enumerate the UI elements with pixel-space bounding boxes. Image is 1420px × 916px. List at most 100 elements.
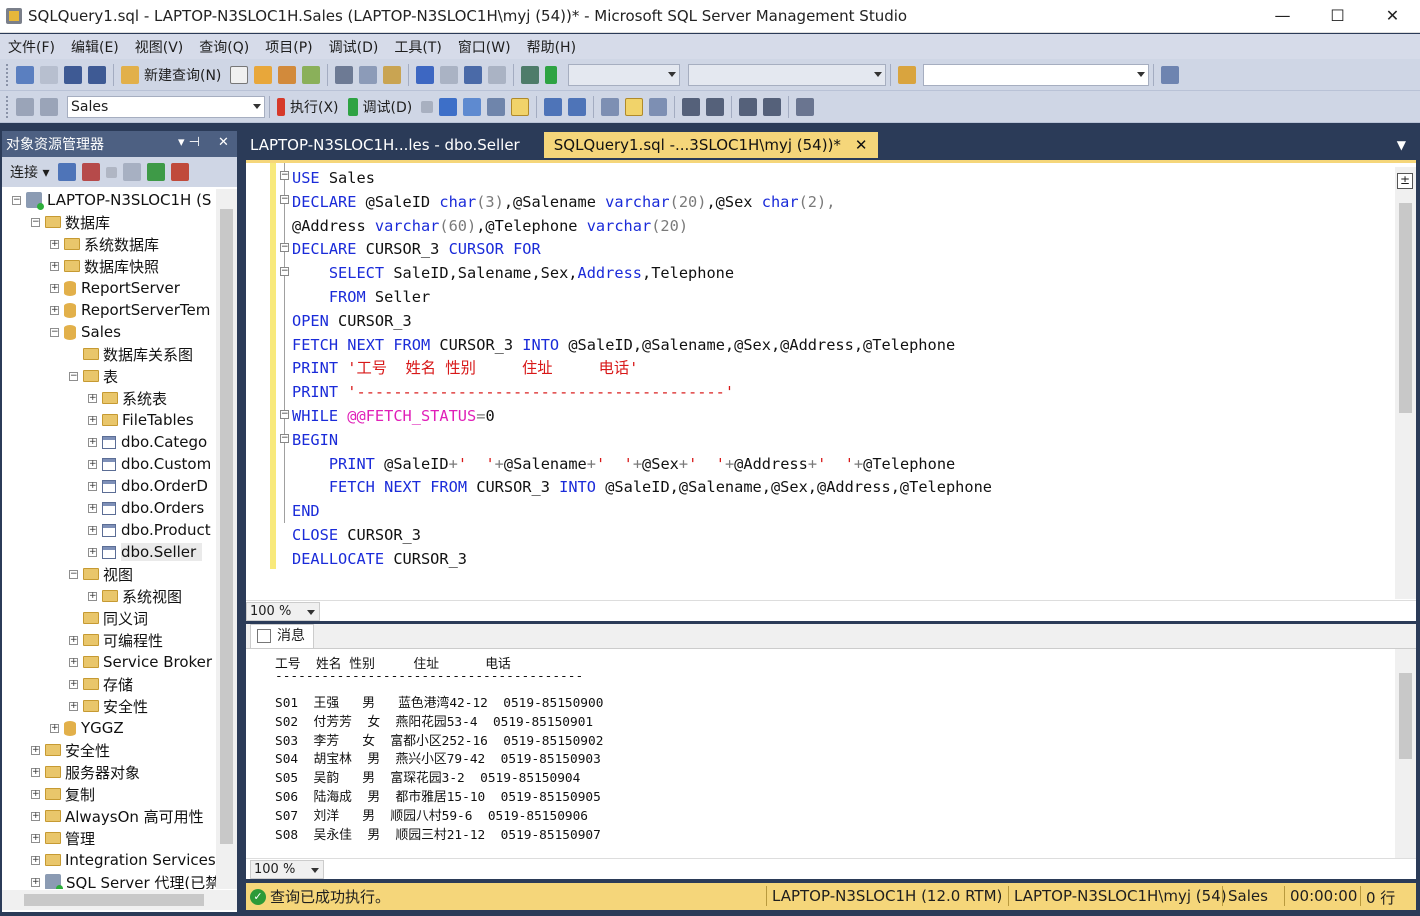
toolbar-grip[interactable]	[6, 63, 10, 86]
tree-node-system-tables[interactable]: + 系统表	[2, 387, 216, 409]
query-editor[interactable]: − − − − − − USE Sales DECLARE @SaleID cha…	[246, 160, 1416, 600]
new-query-icon[interactable]	[121, 65, 139, 84]
tree-node-system-views[interactable]: + 系统视图	[2, 585, 216, 607]
add-item-icon[interactable]	[40, 65, 58, 84]
activity-monitor-icon[interactable]	[521, 65, 540, 84]
undo-icon[interactable]	[416, 65, 435, 84]
collapse-icon[interactable]: −	[280, 195, 289, 204]
menu-view[interactable]: 视图(V)	[127, 37, 192, 57]
stop-icon[interactable]	[106, 166, 118, 178]
tab-dropdown-icon[interactable]: ▼	[1397, 138, 1406, 152]
code-line[interactable]: @Address varchar(60),@Telephone varchar(…	[292, 215, 992, 239]
code-line[interactable]: BEGIN	[292, 429, 992, 453]
save-icon[interactable]	[64, 65, 82, 84]
disconnect-icon[interactable]	[82, 163, 101, 181]
code-line[interactable]: DECLARE CURSOR_3 CURSOR FOR	[292, 238, 992, 262]
collapse-icon[interactable]: −	[280, 243, 289, 252]
tree-node-table[interactable]: + dbo.Orders	[2, 497, 216, 519]
editor-zoom-select[interactable]: 100 %	[246, 602, 320, 621]
tree-node-reportservertemp[interactable]: + ReportServerTem	[2, 299, 216, 321]
xmla-query-icon[interactable]	[302, 65, 321, 84]
tree-node-storage[interactable]: + 存储	[2, 673, 216, 695]
tree-node-table[interactable]: + dbo.Product	[2, 519, 216, 541]
refresh-icon[interactable]	[147, 163, 166, 181]
parse-icon[interactable]	[439, 97, 458, 116]
debug-button[interactable]: 调试(D)	[363, 97, 413, 117]
collapse-icon[interactable]: −	[280, 410, 289, 419]
code-line[interactable]: FETCH NEXT FROM CURSOR_3 INTO @SaleID,@S…	[292, 476, 992, 500]
menu-window[interactable]: 窗口(W)	[450, 37, 519, 57]
activity-icon[interactable]	[171, 163, 190, 181]
connect-icon[interactable]	[16, 97, 34, 116]
execute-button[interactable]: 执行(X)	[290, 97, 339, 117]
database-engine-query-icon[interactable]	[230, 65, 249, 84]
sql-code[interactable]: USE Sales DECLARE @SaleID char(3),@Salena…	[292, 167, 992, 572]
tree-node-diagrams[interactable]: 数据库关系图	[2, 343, 216, 365]
solution-config-combo[interactable]	[568, 63, 681, 86]
copy-icon[interactable]	[359, 65, 378, 84]
specify-values-icon[interactable]	[796, 97, 815, 116]
filter-icon[interactable]	[123, 163, 142, 181]
menu-tools[interactable]: 工具(T)	[386, 37, 449, 57]
code-line[interactable]: END	[292, 500, 992, 524]
code-line[interactable]: DECLARE @SaleID char(3),@Salename varcha…	[292, 191, 992, 215]
decrease-indent-icon[interactable]	[739, 97, 758, 116]
menu-debug[interactable]: 调试(D)	[321, 37, 387, 57]
tree-node-filetables[interactable]: + FileTables	[2, 409, 216, 431]
split-icon[interactable]: ±	[1397, 173, 1413, 189]
comment-icon[interactable]	[682, 97, 701, 116]
menu-file[interactable]: 文件(F)	[0, 37, 63, 57]
collapse-icon[interactable]: −	[280, 171, 289, 180]
uncomment-icon[interactable]	[706, 97, 725, 116]
tree-node-server[interactable]: − LAPTOP-N3SLOC1H (S	[2, 189, 216, 211]
save-all-icon[interactable]	[88, 65, 106, 84]
tree-node-synonyms[interactable]: 同义词	[2, 607, 216, 629]
pin-icon[interactable]: ▾ ⊣	[178, 135, 200, 150]
toolbar-grip[interactable]	[6, 95, 10, 118]
messages-zoom-select[interactable]: 100 %	[250, 860, 324, 879]
cancel-query-icon[interactable]	[421, 100, 434, 113]
object-explorer-vertical-scrollbar[interactable]	[216, 189, 237, 889]
change-connection-icon[interactable]	[40, 97, 58, 116]
close-tab-icon[interactable]: ✕	[855, 136, 868, 154]
connect-server-icon[interactable]	[58, 163, 77, 181]
tree-node-db-security[interactable]: + 安全性	[2, 695, 216, 717]
code-line[interactable]: FETCH NEXT FROM CURSOR_3 INTO @SaleID,@S…	[292, 334, 992, 358]
tree-node-alwayson[interactable]: + AlwaysOn 高可用性	[2, 805, 216, 827]
tree-node-service-broker[interactable]: + Service Broker	[2, 651, 216, 673]
close-panel-icon[interactable]: ✕	[218, 135, 229, 150]
tree-node-views[interactable]: − 视图	[2, 563, 216, 585]
editor-vertical-scrollbar[interactable]: ±	[1395, 167, 1416, 599]
tree-node-server-objects[interactable]: + 服务器对象	[2, 761, 216, 783]
tree-node-reportserver[interactable]: + ReportServer	[2, 277, 216, 299]
menu-help[interactable]: 帮助(H)	[519, 37, 584, 57]
live-stats-icon[interactable]	[568, 97, 587, 116]
menu-project[interactable]: 项目(P)	[257, 37, 320, 57]
tree-node-management[interactable]: + 管理	[2, 827, 216, 849]
tree-node-security[interactable]: + 安全性	[2, 739, 216, 761]
execute-icon[interactable]	[277, 97, 285, 116]
object-explorer-horizontal-scrollbar[interactable]	[2, 890, 237, 910]
debug-icon[interactable]	[347, 97, 358, 116]
tab-dbo-seller[interactable]: LAPTOP-N3SLOC1H...les - dbo.Seller	[240, 132, 530, 158]
new-project-icon[interactable]	[16, 65, 34, 84]
tree-node-integration-services[interactable]: + Integration Services	[2, 849, 216, 871]
code-line[interactable]: PRINT '---------------------------------…	[292, 381, 992, 405]
paste-icon[interactable]	[383, 65, 402, 84]
code-line[interactable]: SELECT SaleID,Salename,Sex,Address,Telep…	[292, 262, 992, 286]
close-window-button[interactable]: ✕	[1365, 0, 1420, 31]
tree-node-system-databases[interactable]: + 系统数据库	[2, 233, 216, 255]
connect-button[interactable]: 连接 ▾	[10, 162, 49, 182]
tree-node-database-snapshots[interactable]: + 数据库快照	[2, 255, 216, 277]
code-line[interactable]: OPEN CURSOR_3	[292, 310, 992, 334]
increase-indent-icon[interactable]	[763, 97, 782, 116]
options-icon[interactable]	[1161, 65, 1180, 84]
code-line[interactable]: PRINT '工号 姓名 性别 住址 电话'	[292, 357, 992, 381]
minimize-button[interactable]: —	[1255, 0, 1310, 31]
tree-node-databases[interactable]: − 数据库	[2, 211, 216, 233]
dmx-query-icon[interactable]	[278, 65, 297, 84]
menu-query[interactable]: 查询(Q)	[191, 37, 257, 57]
results-grid-toggle-icon[interactable]	[625, 97, 644, 116]
redo-icon[interactable]	[440, 65, 459, 84]
collapse-icon[interactable]: −	[280, 267, 289, 276]
